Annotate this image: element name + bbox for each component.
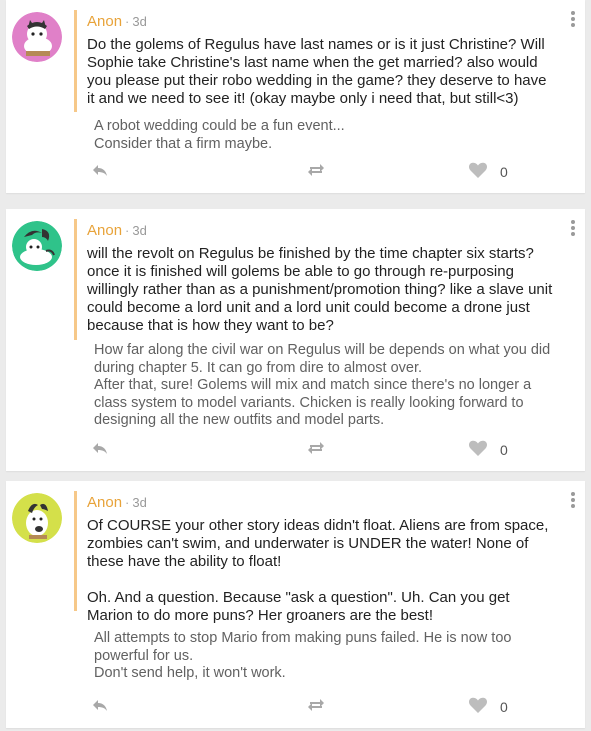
author-name[interactable]: Anon — [87, 13, 122, 30]
reply-icon[interactable] — [91, 161, 109, 184]
like-count: 0 — [500, 442, 508, 458]
post-actions: 0 — [6, 161, 585, 185]
more-vertical-icon[interactable] — [569, 492, 577, 510]
author-name[interactable]: Anon — [87, 494, 122, 511]
question-quote-bar — [74, 10, 77, 112]
reblog-icon[interactable] — [306, 439, 326, 462]
reblog-icon[interactable] — [306, 161, 326, 184]
like-count: 0 — [500, 164, 508, 180]
separator: · — [125, 495, 130, 510]
post-meta: Anon · 3d — [87, 222, 147, 240]
answer-text: A robot wedding could be a fun event... … — [94, 118, 345, 152]
post-actions: 0 — [6, 696, 585, 720]
anon-avatar — [12, 221, 62, 271]
heart-icon[interactable] — [468, 161, 488, 184]
anon-avatar — [12, 493, 62, 543]
ask-card: Anon · 3d will the revolt on Regulus be fi… — [6, 209, 585, 471]
question-text: Do the golems of Regulus have last names… — [87, 36, 547, 107]
author-name[interactable]: Anon — [87, 222, 122, 239]
separator: · — [125, 14, 130, 29]
question-quote-bar — [74, 491, 77, 611]
reblog-icon[interactable] — [306, 696, 326, 719]
reply-icon[interactable] — [91, 439, 109, 462]
answer-text: How far along the civil war on Regulus w… — [94, 342, 551, 428]
ask-card: Anon · 3d Do the golems of Regulus have la… — [6, 0, 585, 193]
post-meta: Anon · 3d — [87, 13, 147, 31]
timestamp: 3d — [132, 495, 147, 510]
heart-icon[interactable] — [468, 696, 488, 719]
timestamp: 3d — [132, 223, 147, 238]
like-count: 0 — [500, 699, 508, 715]
heart-icon[interactable] — [468, 439, 488, 462]
separator: · — [125, 223, 130, 238]
more-vertical-icon[interactable] — [569, 220, 577, 238]
timestamp: 3d — [132, 14, 147, 29]
post-actions: 0 — [6, 439, 585, 463]
ask-card: Anon · 3d Of COURSE your other story ideas… — [6, 481, 585, 728]
question-text: Of COURSE your other story ideas didn't … — [87, 517, 549, 624]
more-vertical-icon[interactable] — [569, 11, 577, 29]
question-text: will the revolt on Regulus be finished b… — [87, 245, 553, 334]
anon-avatar — [12, 12, 62, 62]
reply-icon[interactable] — [91, 696, 109, 719]
answer-text: All attempts to stop Mario from making p… — [94, 630, 512, 681]
question-quote-bar — [74, 219, 77, 340]
post-meta: Anon · 3d — [87, 494, 147, 512]
